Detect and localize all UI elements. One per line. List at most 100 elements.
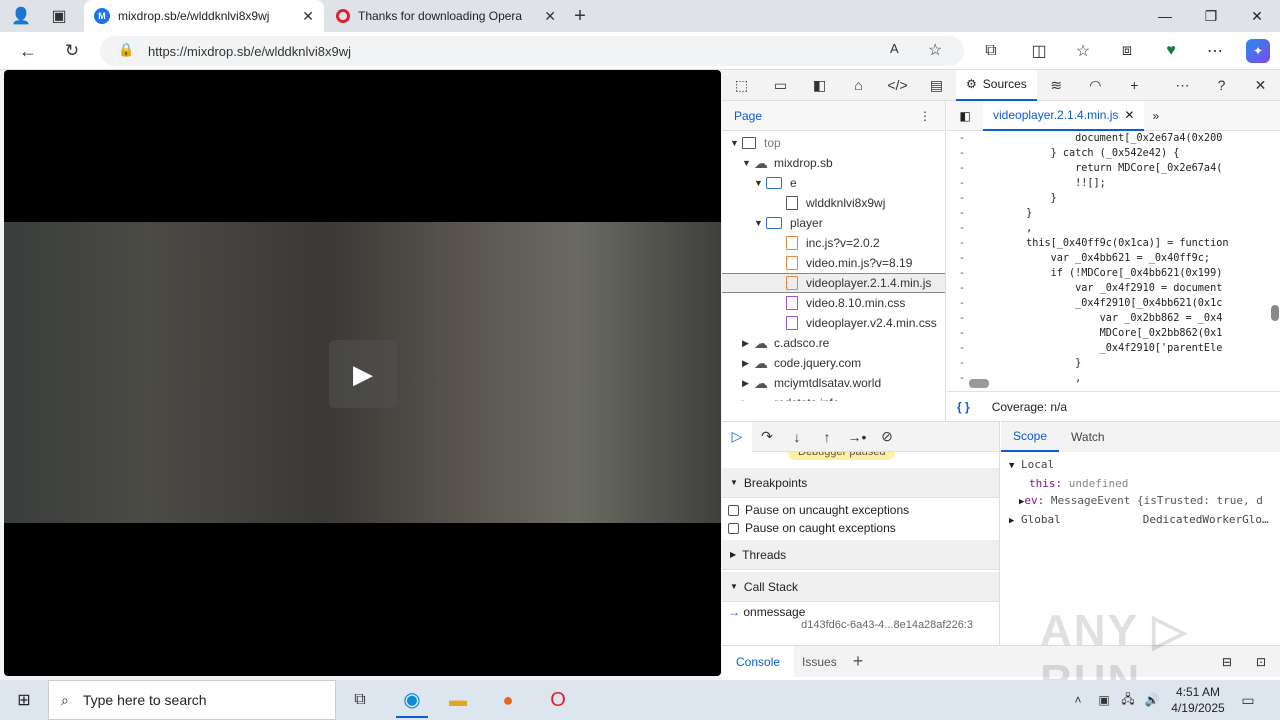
editor-file-tab[interactable]: videoplayer.2.1.4.min.js ✕ bbox=[983, 100, 1145, 131]
maximize-button[interactable]: ❐ bbox=[1188, 0, 1234, 32]
video-player[interactable]: ▶ bbox=[4, 70, 721, 676]
inspect-element-icon[interactable]: ⬚ bbox=[722, 70, 761, 101]
tree-item[interactable]: ▼ ☁ mixdrop.sb bbox=[722, 153, 945, 173]
line-gutter[interactable]: - bbox=[947, 131, 977, 146]
horizontal-scrollbar[interactable] bbox=[957, 379, 1257, 389]
windows-start-icon[interactable]: ⊞ bbox=[12, 690, 36, 710]
toggle-navigator-icon[interactable]: ◧ bbox=[947, 109, 983, 123]
network-tray-icon[interactable]: 🖧 bbox=[1118, 690, 1138, 710]
lock-icon[interactable]: 🔒 bbox=[118, 42, 134, 58]
more-options-icon[interactable]: ⋮ bbox=[919, 109, 931, 123]
line-gutter[interactable]: - bbox=[947, 326, 977, 341]
line-gutter[interactable]: - bbox=[947, 146, 977, 161]
edge-taskbar-icon[interactable]: ◉ bbox=[396, 682, 428, 718]
play-button[interactable]: ▶ bbox=[329, 340, 397, 408]
tree-item[interactable]: ▶ ☁ code.jquery.com bbox=[722, 353, 945, 373]
line-gutter[interactable]: - bbox=[947, 206, 977, 221]
browser-essentials-icon[interactable]: ♥ bbox=[1160, 40, 1182, 62]
pause-caught-checkbox[interactable]: Pause on caught exceptions bbox=[722, 519, 999, 537]
notifications-icon[interactable]: ▭ bbox=[1238, 690, 1258, 710]
line-gutter[interactable]: - bbox=[947, 251, 977, 266]
tree-item[interactable]: video.min.js?v=8.19 bbox=[722, 253, 945, 273]
tab-watch[interactable]: Watch bbox=[1059, 422, 1117, 452]
file-explorer-icon[interactable]: ▬ bbox=[446, 688, 470, 712]
tree-item[interactable]: inc.js?v=2.0.2 bbox=[722, 233, 945, 253]
scope-ev[interactable]: ▶ev: MessageEvent {isTrusted: true, d bbox=[1009, 492, 1272, 511]
tree-item[interactable]: ▶ ☁ mciymtdlsatav.world bbox=[722, 373, 945, 393]
read-aloud-icon[interactable]: A bbox=[890, 41, 899, 56]
url-input[interactable]: 🔒 https://mixdrop.sb/e/wlddknlvi8x9wj A … bbox=[100, 36, 964, 66]
expanded-arrow-icon[interactable]: ▼ bbox=[730, 138, 742, 148]
pretty-print-icon[interactable]: { } bbox=[957, 400, 970, 414]
new-tab-icon[interactable]: + bbox=[568, 4, 592, 28]
line-gutter[interactable]: - bbox=[947, 311, 977, 326]
line-gutter[interactable]: - bbox=[947, 236, 977, 251]
clock[interactable]: 4:51 AM 4/19/2025 bbox=[1166, 684, 1230, 716]
tree-item[interactable]: ▼ e bbox=[722, 173, 945, 193]
tree-item[interactable]: ▶ ☁ c.adsco.re bbox=[722, 333, 945, 353]
pause-uncaught-checkbox[interactable]: Pause on uncaught exceptions bbox=[722, 501, 999, 519]
line-gutter[interactable]: - bbox=[947, 161, 977, 176]
frame-location[interactable]: d143fd6c-6a43-4...8e14a28af226:3 bbox=[728, 619, 993, 631]
extensions-icon[interactable]: ⧉ bbox=[980, 40, 1002, 62]
tab-opera[interactable]: Thanks for downloading Opera ✕ bbox=[326, 0, 566, 32]
volume-icon[interactable]: 🔊 bbox=[1142, 690, 1162, 710]
tree-item[interactable]: ▼ player bbox=[722, 213, 945, 233]
collapsed-arrow-icon[interactable]: ▶ bbox=[742, 338, 754, 349]
refresh-icon[interactable]: ↻ bbox=[60, 40, 84, 62]
tree-item[interactable]: ▶☁ redstats.info bbox=[722, 393, 945, 402]
tab-sources[interactable]: ⚙ Sources bbox=[956, 69, 1037, 101]
vertical-scrollbar[interactable] bbox=[1271, 135, 1279, 375]
line-gutter[interactable]: - bbox=[947, 191, 977, 206]
opera-icon[interactable]: O bbox=[546, 688, 570, 712]
threads-section[interactable]: ▶ Threads bbox=[722, 540, 999, 570]
taskbar-search[interactable]: ⌕ Type here to search bbox=[48, 680, 336, 720]
step-into-icon[interactable]: ↓ bbox=[782, 422, 812, 452]
network-icon[interactable]: ≋ bbox=[1037, 70, 1076, 101]
scope-global[interactable]: ▶ Global DedicatedWorkerGlo… bbox=[1009, 511, 1272, 530]
more-tools-icon[interactable]: + bbox=[1115, 70, 1154, 101]
favorite-star-icon[interactable]: ☆ bbox=[928, 40, 942, 60]
call-stack-section[interactable]: ▼ Call Stack bbox=[722, 572, 999, 602]
dock-side-icon[interactable]: ◧ bbox=[800, 70, 839, 101]
collections-icon[interactable]: ⧈ bbox=[1116, 40, 1138, 62]
minimize-button[interactable]: — bbox=[1142, 0, 1188, 32]
split-screen-icon[interactable]: ◫ bbox=[1028, 40, 1050, 62]
line-gutter[interactable]: - bbox=[947, 266, 977, 281]
line-gutter[interactable]: - bbox=[947, 356, 977, 371]
tab-issues[interactable]: Issues bbox=[794, 655, 845, 669]
back-icon[interactable]: ← bbox=[16, 40, 40, 62]
tree-item[interactable]: ▼ top bbox=[722, 133, 945, 153]
help-icon[interactable]: ? bbox=[1202, 70, 1241, 101]
line-gutter[interactable]: - bbox=[947, 341, 977, 356]
device-emulation-icon[interactable]: ▭ bbox=[761, 70, 800, 101]
tree-item[interactable]: video.8.10.min.css bbox=[722, 293, 945, 313]
tree-item[interactable]: wlddknlvi8x9wj bbox=[722, 193, 945, 213]
call-frame[interactable]: → onmessage d143fd6c-6a43-4...8e14a28af2… bbox=[722, 602, 999, 634]
tray-chevron-icon[interactable]: ˄ bbox=[1068, 690, 1088, 710]
tab-actions-icon[interactable]: ▣ bbox=[48, 6, 70, 26]
more-menu-icon[interactable]: ⋯ bbox=[1204, 40, 1226, 62]
code-lines[interactable]: - document[_0x2e67a4(0x200- } catch (_0x… bbox=[947, 131, 1280, 387]
welcome-home-icon[interactable]: ⌂ bbox=[839, 70, 878, 101]
line-gutter[interactable]: - bbox=[947, 176, 977, 191]
close-tab-icon[interactable]: ✕ bbox=[544, 8, 556, 25]
close-window-button[interactable]: ✕ bbox=[1234, 0, 1280, 32]
expanded-arrow-icon[interactable]: ▼ bbox=[742, 158, 754, 168]
collapsed-arrow-icon[interactable]: ▶ bbox=[742, 358, 754, 369]
resume-icon[interactable]: ▷ bbox=[722, 421, 752, 452]
scope-local[interactable]: ▼ Local bbox=[1009, 456, 1272, 475]
collapsed-arrow-icon[interactable]: ▶ bbox=[742, 378, 754, 389]
tab-console[interactable]: Console bbox=[722, 646, 795, 677]
close-tab-icon[interactable]: ✕ bbox=[302, 8, 314, 25]
line-gutter[interactable]: - bbox=[947, 296, 977, 311]
task-view-icon[interactable]: ⧉ bbox=[348, 689, 372, 711]
deactivate-breakpoints-icon[interactable]: ⊘ bbox=[872, 422, 902, 452]
expanded-arrow-icon[interactable]: ▼ bbox=[754, 178, 766, 188]
console-icon[interactable]: ▤ bbox=[917, 70, 956, 101]
breakpoints-section[interactable]: ▼ Breakpoints bbox=[722, 468, 999, 498]
elements-icon[interactable]: </> bbox=[878, 70, 917, 101]
copilot-icon[interactable]: ✦ bbox=[1246, 39, 1270, 63]
close-devtools-icon[interactable]: ✕ bbox=[1241, 70, 1280, 101]
favorites-icon[interactable]: ☆ bbox=[1072, 40, 1094, 62]
